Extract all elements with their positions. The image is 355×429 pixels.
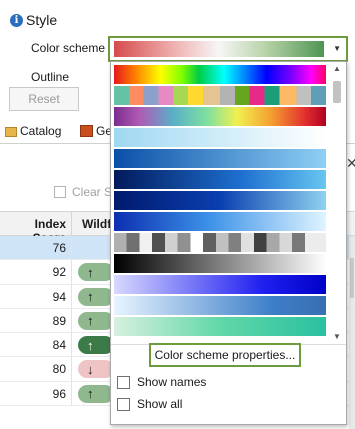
scroll-up-icon[interactable]: ▲ [332,64,342,73]
arrow-up-icon: ↑ [78,263,114,282]
ramp-gray-steps[interactable] [114,233,326,252]
info-icon: i [10,13,23,27]
selected-color-ramp [114,41,324,57]
show-names-checkbox[interactable] [117,375,130,389]
ramp-blue-to-cyan[interactable] [114,149,326,168]
ramp-navy-to-blue[interactable] [114,170,326,189]
clear-selection-label: Clear S [72,185,113,199]
style-section-header[interactable]: i Style [10,12,57,28]
popup-scrollbar[interactable]: ▲ ▼ [330,63,344,342]
ramp-light-to-blue[interactable] [114,275,326,294]
arrow-down-icon: ↓ [78,360,114,379]
style-title: Style [26,12,58,28]
ramp-blues[interactable] [114,212,326,231]
scroll-thumb[interactable] [333,81,341,103]
ramp-multihue[interactable] [114,107,326,126]
show-names-option[interactable]: Show names [117,375,206,389]
outline-label: Outline [31,70,70,84]
ramp-mint[interactable] [114,317,326,336]
tab-catalog-label: Catalog [20,124,62,138]
geoprocessing-icon [80,125,93,137]
color-ramp-list [114,65,326,342]
catalog-icon [4,125,17,137]
show-names-label: Show names [137,375,207,389]
show-all-label: Show all [137,397,183,411]
ramp-light-blue[interactable] [114,128,326,147]
index-score-cell: 92 [52,265,66,280]
column-header-wildfire[interactable]: Wildf [82,217,111,231]
tab-catalog[interactable]: Catalog [4,124,61,138]
arrow-up-icon: ↑ [78,384,114,403]
clear-selection-button[interactable]: Clear S [54,185,112,199]
arrow-up-icon: ↑ [78,336,114,355]
color-scheme-label: Color scheme [31,41,106,55]
arrow-up-icon: ↑ [78,311,114,330]
index-score-cell: 76 [52,241,66,255]
reset-button[interactable]: Reset [9,87,79,111]
arrow-up-icon: ↑ [78,287,114,306]
index-score-cell: 84 [52,338,66,353]
close-icon[interactable]: ✕ [346,155,355,172]
index-score-cell: 89 [52,313,66,328]
index-score-cell: 80 [52,362,66,377]
show-all-checkbox[interactable] [117,397,130,411]
clear-selection-icon [54,186,66,198]
ramp-categorical[interactable] [114,86,326,105]
show-all-option[interactable]: Show all [117,397,182,411]
ramp-deep-blue[interactable] [114,191,326,210]
ramp-pale-blue[interactable] [114,296,326,315]
color-scheme-dropdown[interactable]: ▼ [108,36,348,62]
index-score-cell: 94 [52,289,66,304]
index-score-cell: 96 [52,386,66,401]
ramp-black-to-white[interactable] [114,254,326,273]
scroll-down-icon[interactable]: ▼ [332,332,342,341]
color-scheme-properties-button[interactable]: Color scheme properties... [149,343,301,367]
tab-geoprocessing[interactable]: Ge [80,124,112,138]
chevron-down-icon[interactable]: ▼ [333,40,341,58]
ramp-spectrum[interactable] [114,65,326,84]
color-scheme-popup: ▲ ▼ Color scheme properties... Show name… [110,61,347,425]
table-scrollbar[interactable] [349,236,355,429]
